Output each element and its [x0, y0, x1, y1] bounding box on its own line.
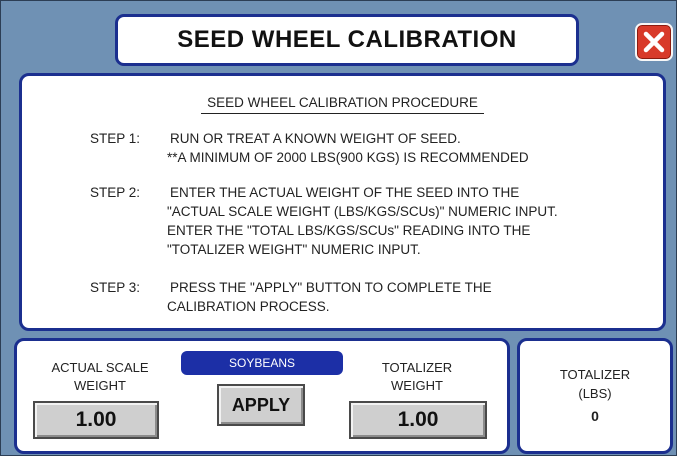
step-3-line-1: PRESS THE "APPLY" BUTTON TO COMPLETE THE	[170, 280, 492, 295]
procedure-heading: SEED WHEEL CALIBRATION PROCEDURE	[201, 95, 484, 114]
step-1-label: STEP 1:	[90, 131, 141, 146]
step-2-line-4: "TOTALIZER WEIGHT" NUMERIC INPUT.	[167, 242, 421, 257]
page-title: SEED WHEEL CALIBRATION	[177, 26, 517, 53]
step-1-line-2: **A MINIMUM OF 2000 LBS(900 KGS) IS RECO…	[167, 150, 529, 165]
step-2-line-2: "ACTUAL SCALE WEIGHT (LBS/KGS/SCUs)" NUM…	[167, 204, 558, 219]
step-2: STEP 2: ENTER THE ACTUAL WEIGHT OF THE S…	[90, 185, 650, 265]
apply-button[interactable]: APPLY	[217, 384, 305, 426]
actual-scale-weight-label: ACTUAL SCALE WEIGHT	[51, 360, 149, 393]
totalizer-lbs-label: TOTALIZER (LBS)	[559, 367, 631, 401]
step-2-label: STEP 2:	[90, 185, 141, 200]
close-button[interactable]	[635, 23, 673, 61]
totalizer-weight-input[interactable]: 1.00	[349, 401, 487, 439]
actual-scale-weight-input[interactable]: 1.00	[33, 401, 159, 439]
totalizer-lbs-value: 0	[591, 408, 599, 424]
calibration-controls-panel: ACTUAL SCALE WEIGHT 1.00 SOYBEANS APPLY …	[14, 338, 510, 454]
seed-type-button[interactable]: SOYBEANS	[181, 351, 343, 375]
totalizer-weight-label: TOTALIZER WEIGHT	[381, 360, 453, 393]
step-3: STEP 3: PRESS THE "APPLY" BUTTON TO COMP…	[90, 280, 650, 320]
totalizer-panel: TOTALIZER (LBS) 0	[517, 338, 673, 454]
step-3-line-2: CALIBRATION PROCESS.	[167, 299, 330, 314]
step-2-line-1: ENTER THE ACTUAL WEIGHT OF THE SEED INTO…	[170, 185, 520, 200]
title-bar: SEED WHEEL CALIBRATION	[115, 14, 579, 66]
step-3-label: STEP 3:	[90, 280, 141, 295]
close-icon	[643, 31, 665, 53]
procedure-panel: SEED WHEEL CALIBRATION PROCEDURE STEP 1:…	[19, 73, 666, 331]
calibration-screen: SEED WHEEL CALIBRATION SEED WHEEL CALIBR…	[0, 0, 677, 456]
step-1-line-1: RUN OR TREAT A KNOWN WEIGHT OF SEED.	[170, 131, 461, 146]
step-2-line-3: ENTER THE "TOTAL LBS/KGS/SCUs" READING I…	[167, 223, 531, 238]
step-1: STEP 1: RUN OR TREAT A KNOWN WEIGHT OF S…	[90, 131, 650, 171]
